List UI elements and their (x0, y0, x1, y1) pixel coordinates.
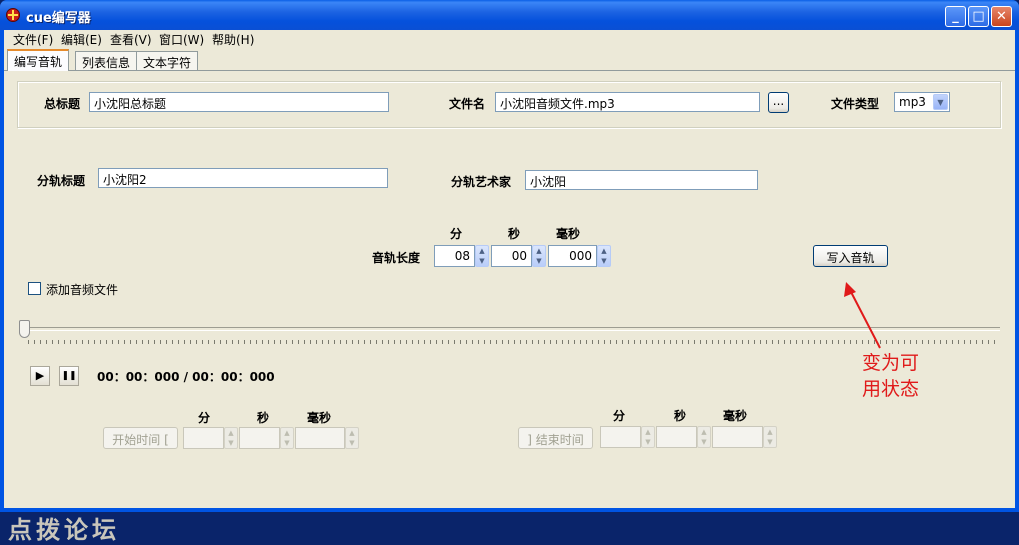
app-icon (6, 8, 20, 22)
close-button[interactable]: ✕ (991, 6, 1012, 27)
arrow-shaft (849, 289, 881, 349)
annotation-line-2: 用状态 (862, 378, 920, 400)
client-area: 文件(F) 编辑(E) 查看(V) 窗口(W) 帮助(H) 编写音轨 列表信息 … (4, 30, 1015, 544)
annotation-line-1: 变为可 (862, 352, 920, 374)
annotation-arrow (844, 282, 881, 349)
arrow-head (844, 282, 856, 297)
app-window: cue编写器 _ □ ✕ 文件(F) 编辑(E) 查看(V) 窗口(W) 帮助(… (0, 0, 1019, 544)
minimize-button[interactable]: _ (945, 6, 966, 27)
annotation-text: 变为可 用状态 (862, 350, 919, 402)
watermark: 点拨论坛 (8, 516, 120, 544)
title-bar[interactable]: cue编写器 _ □ ✕ (0, 0, 1019, 30)
maximize-button[interactable]: □ (968, 6, 989, 27)
window-title: cue编写器 (26, 11, 91, 26)
